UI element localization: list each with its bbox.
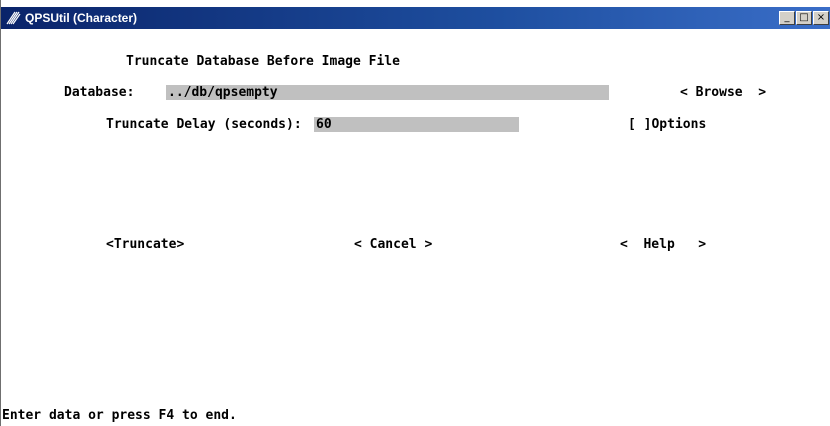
database-label: Database:: [64, 85, 135, 100]
console-area: Truncate Database Before Image File Data…: [2, 29, 830, 426]
help-button[interactable]: < Help >: [620, 237, 706, 253]
app-window: QPSUtil (Character) _ □ × Truncate Datab…: [0, 0, 830, 426]
close-icon[interactable]: ×: [813, 11, 829, 25]
minimize-icon[interactable]: _: [779, 11, 795, 25]
maximize-icon[interactable]: □: [796, 11, 812, 25]
title-bar[interactable]: QPSUtil (Character) _ □ ×: [1, 7, 830, 29]
cancel-button[interactable]: < Cancel >: [354, 237, 432, 253]
truncate-button[interactable]: <Truncate>: [106, 237, 184, 253]
top-strip: [1, 0, 830, 7]
window-title: QPSUtil (Character): [25, 11, 138, 25]
form-heading: Truncate Database Before Image File: [126, 54, 400, 69]
truncate-delay-label: Truncate Delay (seconds):: [106, 117, 302, 132]
database-input[interactable]: ../db/qpsempty: [166, 85, 609, 100]
truncate-delay-input[interactable]: 60: [314, 117, 519, 132]
browse-button[interactable]: < Browse >: [680, 85, 766, 101]
app-icon: [5, 10, 21, 26]
status-message: Enter data or press F4 to end.: [2, 408, 237, 423]
options-checkbox[interactable]: [ ]Options: [628, 117, 706, 133]
